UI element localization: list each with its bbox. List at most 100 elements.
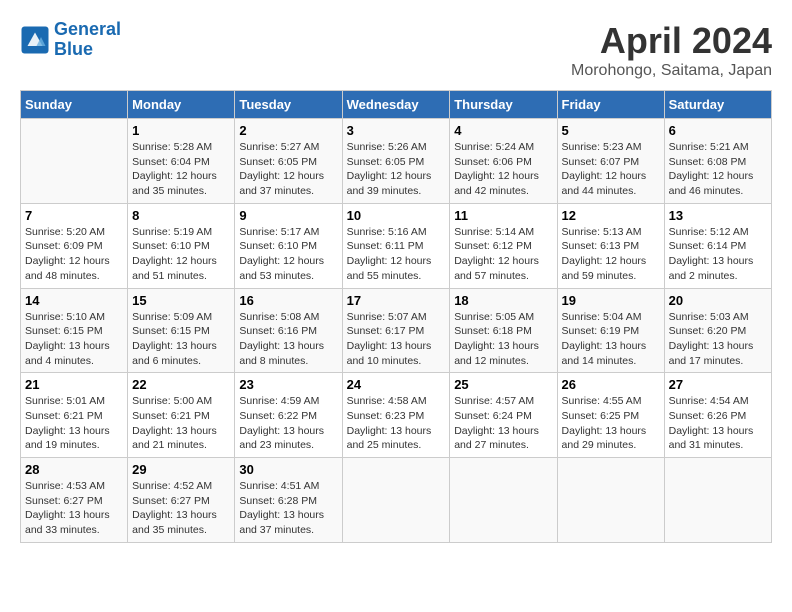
logo-text: General Blue: [54, 20, 121, 60]
week-row-4: 21Sunrise: 5:01 AMSunset: 6:21 PMDayligh…: [21, 373, 772, 458]
day-info: Sunrise: 4:51 AMSunset: 6:28 PMDaylight:…: [239, 479, 337, 538]
day-number: 5: [562, 123, 660, 138]
calendar-cell: 20 Sunrise: 5:03 AMSunset: 6:20 PMDayligh…: [664, 288, 771, 373]
day-number: 13: [669, 208, 767, 223]
calendar-cell: 27Sunrise: 4:54 AMSunset: 6:26 PMDayligh…: [664, 373, 771, 458]
calendar-cell: 29 Sunrise: 4:52 AMSunset: 6:27 PMDayligh…: [128, 458, 235, 543]
calendar-cell: 13 Sunrise: 5:12 AMSunset: 6:14 PMDayligh…: [664, 203, 771, 288]
day-number: 22: [132, 377, 230, 392]
day-number: 18: [454, 293, 552, 308]
day-info: Sunrise: 5:20 AMSunset: 6:09 PMDaylight:…: [25, 225, 123, 284]
day-number: 6: [669, 123, 767, 138]
day-info: Sunrise: 5:23 AMSunset: 6:07 PMDaylight:…: [562, 140, 660, 199]
week-row-2: 7Sunrise: 5:20 AMSunset: 6:09 PMDaylight…: [21, 203, 772, 288]
calendar-cell: 10Sunrise: 5:16 AMSunset: 6:11 PMDayligh…: [342, 203, 450, 288]
calendar-cell: 2 Sunrise: 5:27 AMSunset: 6:05 PMDaylight…: [235, 119, 342, 204]
logo-line1: General: [54, 19, 121, 39]
calendar-cell: 30 Sunrise: 4:51 AMSunset: 6:28 PMDayligh…: [235, 458, 342, 543]
day-info: Sunrise: 5:21 AMSunset: 6:08 PMDaylight:…: [669, 140, 767, 199]
logo: General Blue: [20, 20, 121, 60]
day-info: Sunrise: 4:52 AMSunset: 6:27 PMDaylight:…: [132, 479, 230, 538]
day-info: Sunrise: 4:58 AMSunset: 6:23 PMDaylight:…: [347, 394, 446, 453]
day-number: 30: [239, 462, 337, 477]
weekday-header-thursday: Thursday: [450, 91, 557, 119]
day-info: Sunrise: 5:04 AMSunset: 6:19 PMDaylight:…: [562, 310, 660, 369]
day-number: 17: [347, 293, 446, 308]
weekday-header-friday: Friday: [557, 91, 664, 119]
calendar-cell: 24Sunrise: 4:58 AMSunset: 6:23 PMDayligh…: [342, 373, 450, 458]
day-info: Sunrise: 4:55 AMSunset: 6:25 PMDaylight:…: [562, 394, 660, 453]
calendar-cell: [21, 119, 128, 204]
day-info: Sunrise: 5:07 AMSunset: 6:17 PMDaylight:…: [347, 310, 446, 369]
calendar-cell: 9Sunrise: 5:17 AMSunset: 6:10 PMDaylight…: [235, 203, 342, 288]
calendar-cell: 21Sunrise: 5:01 AMSunset: 6:21 PMDayligh…: [21, 373, 128, 458]
day-info: Sunrise: 5:19 AMSunset: 6:10 PMDaylight:…: [132, 225, 230, 284]
weekday-header-wednesday: Wednesday: [342, 91, 450, 119]
header: General Blue April 2024 Morohongo, Saita…: [20, 20, 772, 80]
calendar-cell: 8 Sunrise: 5:19 AMSunset: 6:10 PMDaylight…: [128, 203, 235, 288]
day-info: Sunrise: 5:26 AMSunset: 6:05 PMDaylight:…: [347, 140, 446, 199]
page-title: April 2024: [571, 20, 772, 62]
day-info: Sunrise: 5:09 AMSunset: 6:15 PMDaylight:…: [132, 310, 230, 369]
weekday-header-sunday: Sunday: [21, 91, 128, 119]
title-area: April 2024 Morohongo, Saitama, Japan: [571, 20, 772, 80]
day-info: Sunrise: 5:10 AMSunset: 6:15 PMDaylight:…: [25, 310, 123, 369]
weekday-header-saturday: Saturday: [664, 91, 771, 119]
day-number: 20: [669, 293, 767, 308]
day-number: 2: [239, 123, 337, 138]
calendar-cell: 4Sunrise: 5:24 AMSunset: 6:06 PMDaylight…: [450, 119, 557, 204]
calendar-cell: 1 Sunrise: 5:28 AMSunset: 6:04 PMDaylight…: [128, 119, 235, 204]
day-info: Sunrise: 5:28 AMSunset: 6:04 PMDaylight:…: [132, 140, 230, 199]
day-number: 12: [562, 208, 660, 223]
calendar-cell: [664, 458, 771, 543]
weekday-header-monday: Monday: [128, 91, 235, 119]
calendar-cell: 7Sunrise: 5:20 AMSunset: 6:09 PMDaylight…: [21, 203, 128, 288]
day-info: Sunrise: 5:17 AMSunset: 6:10 PMDaylight:…: [239, 225, 337, 284]
calendar-cell: 17 Sunrise: 5:07 AMSunset: 6:17 PMDayligh…: [342, 288, 450, 373]
calendar-subtitle: Morohongo, Saitama, Japan: [571, 62, 772, 80]
day-number: 16: [239, 293, 337, 308]
calendar-cell: 15Sunrise: 5:09 AMSunset: 6:15 PMDayligh…: [128, 288, 235, 373]
day-info: Sunrise: 5:00 AMSunset: 6:21 PMDaylight:…: [132, 394, 230, 453]
day-info: Sunrise: 4:54 AMSunset: 6:26 PMDaylight:…: [669, 394, 767, 453]
week-row-5: 28 Sunrise: 4:53 AMSunset: 6:27 PMDayligh…: [21, 458, 772, 543]
day-number: 29: [132, 462, 230, 477]
day-info: Sunrise: 5:27 AMSunset: 6:05 PMDaylight:…: [239, 140, 337, 199]
day-info: Sunrise: 5:13 AMSunset: 6:13 PMDaylight:…: [562, 225, 660, 284]
calendar-cell: 3 Sunrise: 5:26 AMSunset: 6:05 PMDaylight…: [342, 119, 450, 204]
day-number: 3: [347, 123, 446, 138]
day-info: Sunrise: 5:12 AMSunset: 6:14 PMDaylight:…: [669, 225, 767, 284]
week-row-3: 14 Sunrise: 5:10 AMSunset: 6:15 PMDayligh…: [21, 288, 772, 373]
day-number: 19: [562, 293, 660, 308]
logo-icon: [20, 25, 50, 55]
day-number: 1: [132, 123, 230, 138]
day-info: Sunrise: 5:14 AMSunset: 6:12 PMDaylight:…: [454, 225, 552, 284]
calendar-cell: 23Sunrise: 4:59 AMSunset: 6:22 PMDayligh…: [235, 373, 342, 458]
calendar-cell: 5 Sunrise: 5:23 AMSunset: 6:07 PMDaylight…: [557, 119, 664, 204]
day-info: Sunrise: 4:57 AMSunset: 6:24 PMDaylight:…: [454, 394, 552, 453]
weekday-header-tuesday: Tuesday: [235, 91, 342, 119]
day-number: 8: [132, 208, 230, 223]
day-info: Sunrise: 5:03 AMSunset: 6:20 PMDaylight:…: [669, 310, 767, 369]
calendar-cell: [557, 458, 664, 543]
calendar-cell: [450, 458, 557, 543]
calendar-cell: 6 Sunrise: 5:21 AMSunset: 6:08 PMDaylight…: [664, 119, 771, 204]
calendar-table: SundayMondayTuesdayWednesdayThursdayFrid…: [20, 90, 772, 543]
day-info: Sunrise: 4:53 AMSunset: 6:27 PMDaylight:…: [25, 479, 123, 538]
day-info: Sunrise: 5:08 AMSunset: 6:16 PMDaylight:…: [239, 310, 337, 369]
day-number: 10: [347, 208, 446, 223]
day-number: 23: [239, 377, 337, 392]
calendar-cell: 11Sunrise: 5:14 AMSunset: 6:12 PMDayligh…: [450, 203, 557, 288]
day-info: Sunrise: 5:05 AMSunset: 6:18 PMDaylight:…: [454, 310, 552, 369]
logo-line2: Blue: [54, 39, 93, 59]
day-info: Sunrise: 5:01 AMSunset: 6:21 PMDaylight:…: [25, 394, 123, 453]
calendar-cell: 19 Sunrise: 5:04 AMSunset: 6:19 PMDayligh…: [557, 288, 664, 373]
calendar-cell: 22 Sunrise: 5:00 AMSunset: 6:21 PMDayligh…: [128, 373, 235, 458]
calendar-cell: 25Sunrise: 4:57 AMSunset: 6:24 PMDayligh…: [450, 373, 557, 458]
day-number: 4: [454, 123, 552, 138]
calendar-cell: 14 Sunrise: 5:10 AMSunset: 6:15 PMDayligh…: [21, 288, 128, 373]
day-number: 14: [25, 293, 123, 308]
weekday-header-row: SundayMondayTuesdayWednesdayThursdayFrid…: [21, 91, 772, 119]
day-number: 28: [25, 462, 123, 477]
calendar-cell: 28 Sunrise: 4:53 AMSunset: 6:27 PMDayligh…: [21, 458, 128, 543]
